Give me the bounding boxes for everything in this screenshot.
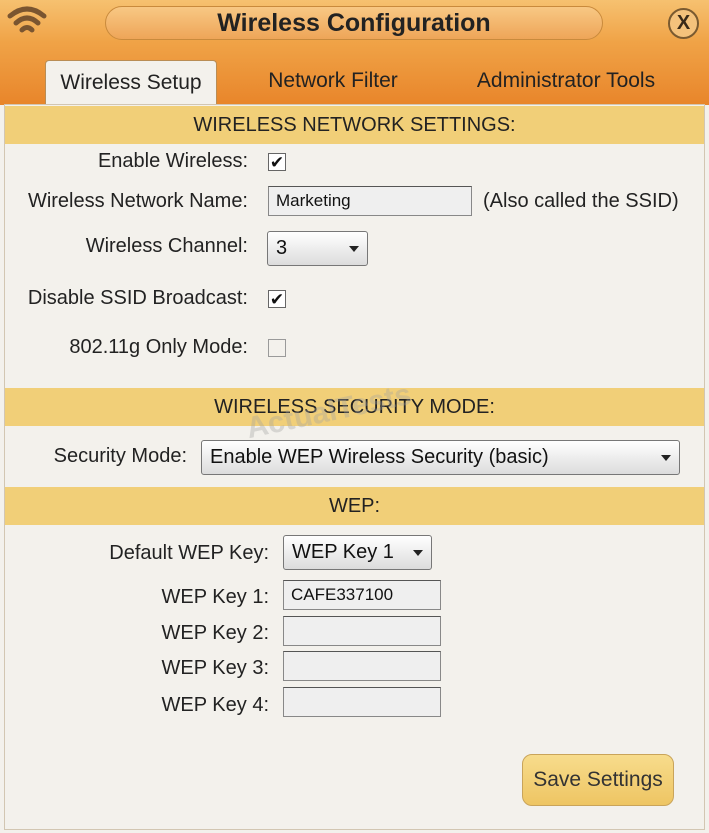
wep-key-1-label: WEP Key 1:	[161, 586, 269, 608]
wep-key-4-label: WEP Key 4:	[161, 694, 269, 716]
disable-ssid-checkbox[interactable]: ✔	[268, 290, 286, 308]
enable-wireless-label: Enable Wireless:	[97, 150, 248, 172]
wep-key-2-input[interactable]	[283, 616, 441, 646]
default-wep-key-select[interactable]: WEP Key 1	[283, 535, 432, 570]
g-only-mode-label: 802.11g Only Mode:	[69, 336, 248, 358]
save-settings-button[interactable]: Save Settings	[522, 754, 674, 806]
checkmark-icon: ✔	[269, 289, 285, 309]
wireless-channel-select[interactable]: 3	[267, 231, 368, 266]
wireless-channel-label: Wireless Channel:	[85, 235, 248, 257]
tab-wireless-setup[interactable]: Wireless Setup	[45, 60, 217, 105]
default-wep-key-label: Default WEP Key:	[109, 542, 269, 564]
wifi-icon	[7, 6, 47, 33]
window-title: Wireless Configuration	[105, 6, 603, 40]
security-mode-value: Enable WEP Wireless Security (basic)	[210, 446, 549, 468]
checkmark-icon: ✔	[269, 152, 285, 172]
section-header-network-settings: WIRELESS NETWORK SETTINGS:	[5, 106, 704, 144]
ssid-hint: (Also called the SSID)	[483, 190, 679, 212]
title-bar: Wireless Configuration X Wireless Setup …	[0, 0, 709, 105]
wep-key-3-input[interactable]	[283, 651, 441, 681]
wep-key-1-input[interactable]	[283, 580, 441, 610]
wep-key-4-input[interactable]	[283, 687, 441, 717]
close-button[interactable]: X	[668, 8, 699, 39]
disable-ssid-label: Disable SSID Broadcast:	[27, 287, 248, 309]
chevron-down-icon	[413, 549, 423, 556]
chevron-down-icon	[661, 454, 671, 461]
default-wep-key-value: WEP Key 1	[292, 541, 394, 563]
wep-key-2-label: WEP Key 2:	[161, 622, 269, 644]
chevron-down-icon	[349, 245, 359, 252]
security-mode-select[interactable]: Enable WEP Wireless Security (basic)	[201, 440, 680, 475]
section-header-wep: WEP:	[5, 487, 704, 525]
network-name-label: Wireless Network Name:	[27, 190, 248, 212]
tab-network-filter[interactable]: Network Filter	[252, 60, 414, 102]
network-name-input[interactable]	[268, 186, 472, 216]
security-mode-label: Security Mode:	[53, 445, 187, 467]
wireless-channel-value: 3	[276, 237, 288, 259]
tab-administrator-tools[interactable]: Administrator Tools	[465, 60, 667, 102]
close-icon: X	[676, 12, 691, 34]
wep-key-3-label: WEP Key 3:	[161, 657, 269, 679]
g-only-mode-checkbox[interactable]	[268, 339, 286, 357]
enable-wireless-checkbox[interactable]: ✔	[268, 153, 286, 171]
